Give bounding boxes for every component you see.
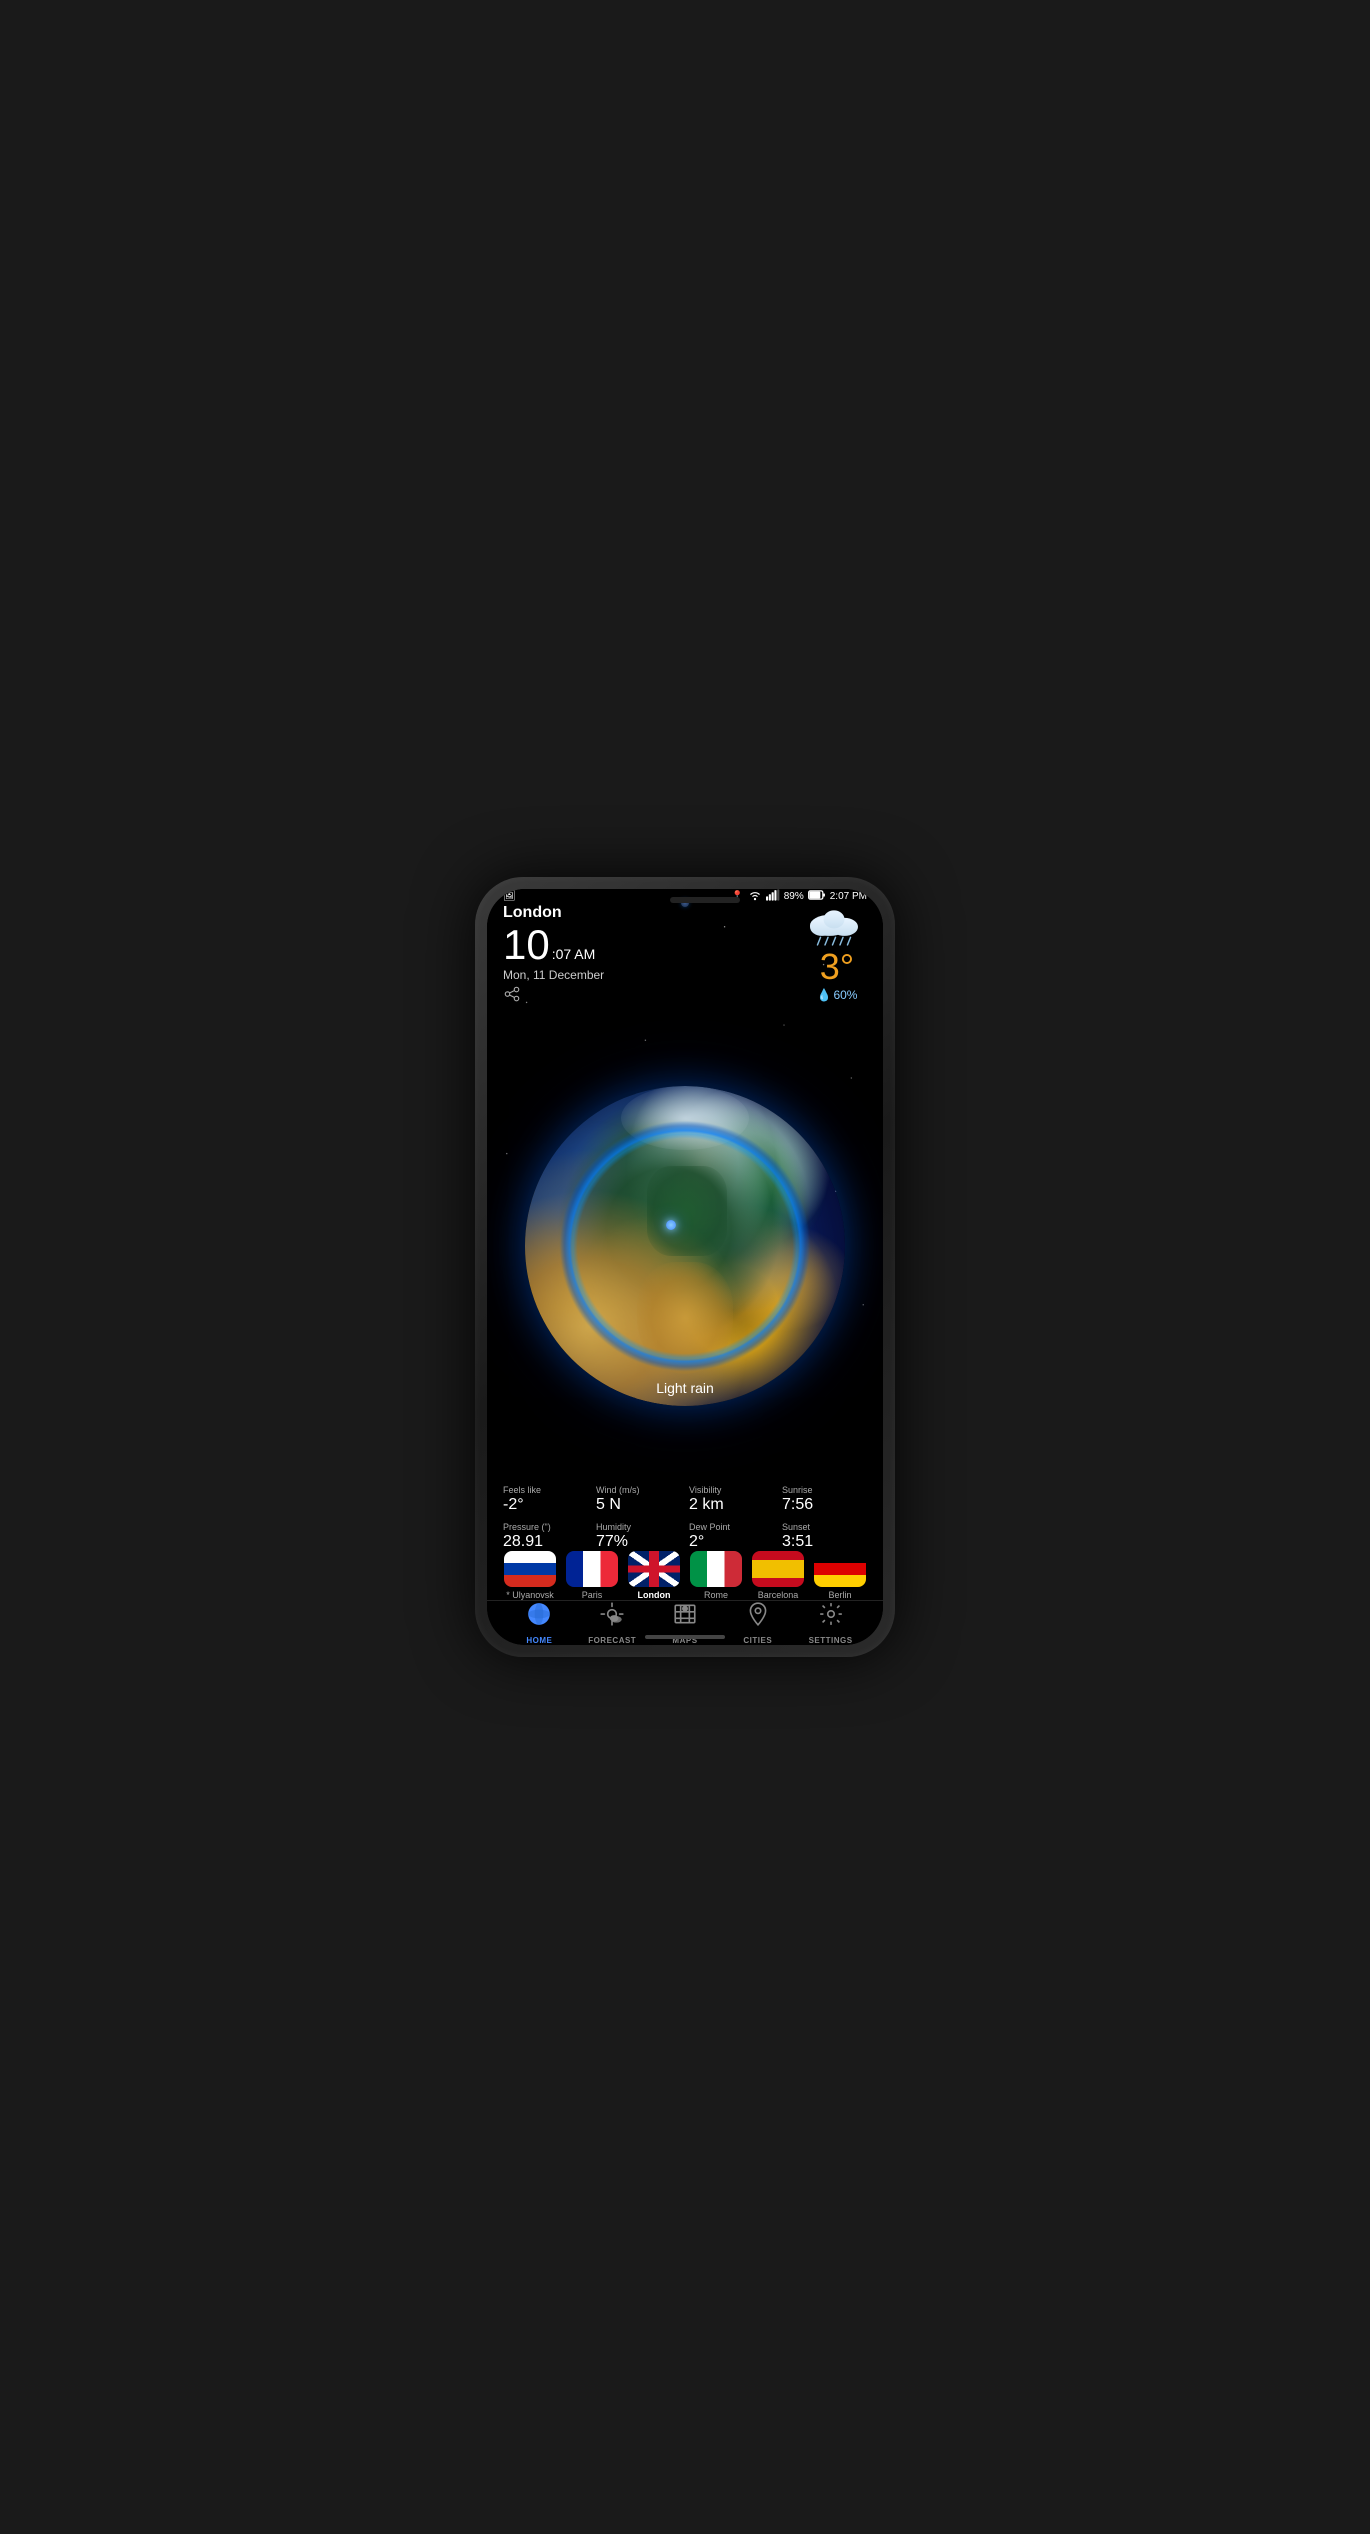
speaker-grille [670, 897, 740, 903]
settings-icon [818, 1601, 844, 1633]
dew-point-label: Dew Point [689, 1522, 774, 1532]
city-label-rome: Rome [704, 1590, 728, 1600]
maps-icon [672, 1601, 698, 1633]
flag-italy [690, 1551, 742, 1587]
wifi-icon [748, 889, 762, 904]
share-icon[interactable] [503, 986, 604, 1007]
flag-russia [504, 1551, 556, 1587]
precip-value: 60% [833, 988, 857, 1002]
home-icon [526, 1601, 552, 1633]
city-item-ulyanovsk[interactable]: * Ulyanovsk [502, 1551, 558, 1600]
status-time: 2:07 PM [830, 891, 867, 902]
wind-value: 5 N [596, 1496, 681, 1514]
phone-screen: 🖼 📍 [487, 889, 883, 1645]
signal-icon [766, 889, 780, 904]
nav-cities[interactable]: CITIES [721, 1601, 794, 1645]
nav-settings[interactable]: SETTINGS [794, 1601, 867, 1645]
pressure-label: Pressure (") [503, 1522, 588, 1532]
weather-condition-label: Light rain [656, 1380, 714, 1396]
location-time: London 10 :07 AM Mon, 11 December [503, 904, 604, 1007]
globe-container[interactable]: Light rain [487, 997, 883, 1495]
city-item-berlin[interactable]: Berlin [812, 1551, 868, 1600]
nav-home[interactable]: HOME [503, 1601, 576, 1645]
notification-icon: 🖼 [503, 891, 516, 902]
city-label-berlin: Berlin [828, 1590, 851, 1600]
flag-spain [752, 1551, 804, 1587]
home-label: HOME [526, 1636, 552, 1645]
pressure-item: Pressure (") 28.91 [503, 1522, 588, 1551]
city-label-barcelona: Barcelona [758, 1590, 799, 1600]
earth-globe[interactable]: Light rain [525, 1086, 845, 1406]
battery-percent: 89% [784, 891, 804, 902]
cities-row: * Ulyanovsk Paris London Rome [487, 1551, 883, 1600]
time-hour: 10 [503, 924, 550, 966]
sunset-item: Sunset 3:51 [782, 1522, 867, 1551]
cities-label: CITIES [743, 1636, 772, 1645]
humidity-label: Humidity [596, 1522, 681, 1532]
sunset-value: 3:51 [782, 1533, 867, 1551]
date-display: Mon, 11 December [503, 968, 604, 982]
home-indicator[interactable] [645, 1635, 725, 1639]
forecast-label: FORECAST [588, 1636, 636, 1645]
cloud-rain-icon [807, 904, 867, 946]
time-display: 10 :07 AM [503, 924, 604, 966]
sunset-label: Sunset [782, 1522, 867, 1532]
status-left: 🖼 [503, 891, 516, 902]
humidity-item: Humidity 77% [596, 1522, 681, 1551]
nav-forecast[interactable]: FORECAST [576, 1601, 649, 1645]
city-label-paris: Paris [582, 1590, 603, 1600]
battery-icon [808, 890, 826, 903]
cities-icon [745, 1601, 771, 1633]
visibility-value: 2 km [689, 1496, 774, 1514]
city-label-ulyanovsk: * Ulyanovsk [506, 1590, 554, 1600]
forecast-icon [599, 1601, 625, 1633]
drop-icon: 💧 [817, 988, 832, 1002]
feels-like-value: -2° [503, 1496, 588, 1514]
flag-france [566, 1551, 618, 1587]
city-label-london: London [638, 1590, 671, 1600]
city-item-barcelona[interactable]: Barcelona [750, 1551, 806, 1600]
dew-point-value: 2° [689, 1533, 774, 1551]
city-item-paris[interactable]: Paris [564, 1551, 620, 1600]
pressure-value: 28.91 [503, 1533, 588, 1551]
settings-label: SETTINGS [809, 1636, 853, 1645]
time-minsec: :07 AM [552, 946, 596, 962]
location-pin [666, 1220, 676, 1230]
phone-device: 🖼 📍 [475, 877, 895, 1657]
weather-widget: 3° 💧 60% [807, 904, 867, 1002]
temperature-display: 3° [820, 946, 854, 988]
city-item-london[interactable]: London [626, 1551, 682, 1600]
humidity-value: 77% [596, 1533, 681, 1551]
city-item-rome[interactable]: Rome [688, 1551, 744, 1600]
flag-germany [814, 1551, 866, 1587]
status-right: 📍 [731, 889, 867, 904]
city-name: London [503, 904, 604, 922]
sunrise-value: 7:56 [782, 1496, 867, 1514]
dew-point-item: Dew Point 2° [689, 1522, 774, 1551]
header-section: London 10 :07 AM Mon, 11 December [487, 904, 883, 1007]
flag-uk [628, 1551, 680, 1587]
precipitation-display: 💧 60% [817, 988, 858, 1002]
